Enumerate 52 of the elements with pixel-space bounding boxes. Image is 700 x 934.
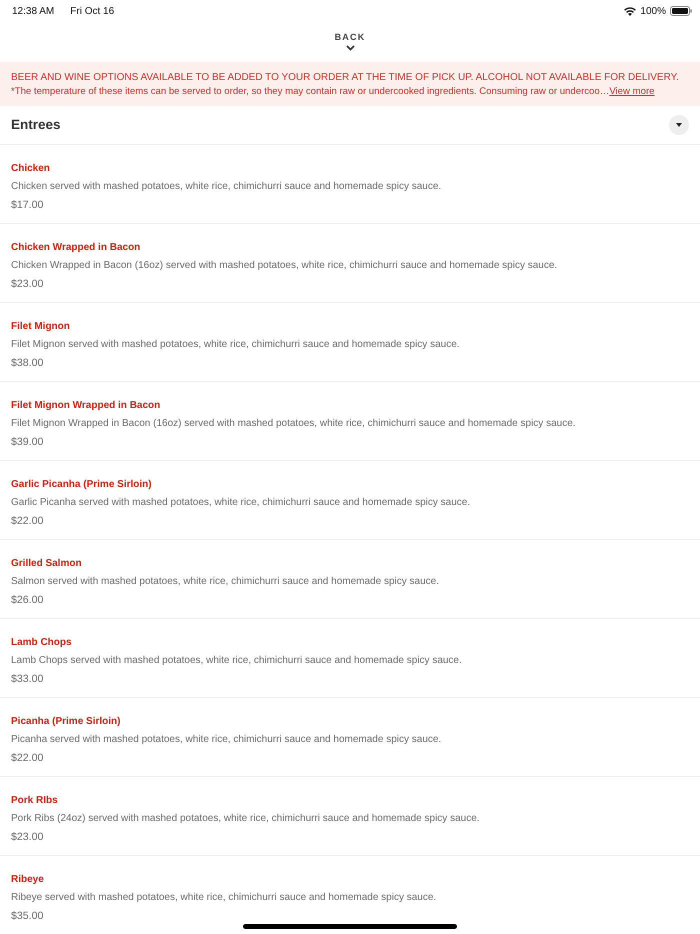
item-name: Lamb Chops xyxy=(11,636,73,650)
item-price: $23.00 xyxy=(11,277,44,292)
notice-headline: BEER AND WINE OPTIONS AVAILABLE TO BE ADDED TO YOUR ORDER AT THE TIME OF PICK UP. ALCOHOL NOT AVAILABLE FOR DELIVERY. xyxy=(11,71,680,85)
item-description: Garlic Picanha served with mashed potatoes, white rice, chimichurri sauce and homemade spicy sauce. xyxy=(11,496,472,510)
item-name: Picanha (Prime Sirloin) xyxy=(11,715,122,729)
menu-item[interactable]: Filet Mignon Filet Mignon served with mashed potatoes, white rice, chimichurri sauce and homemade spicy sauce. $38.00 xyxy=(0,303,700,382)
chevron-down-icon xyxy=(346,45,354,52)
item-price: $23.00 xyxy=(11,830,44,845)
menu-item[interactable]: Lamb Chops Lamb Chops served with mashed potatoes, white rice, chimichurri sauce and homemade spicy sauce. $33.00 xyxy=(0,619,700,698)
item-price: $38.00 xyxy=(11,356,44,371)
item-price: $22.00 xyxy=(11,514,44,529)
item-name: Chicken Wrapped in Bacon xyxy=(11,241,142,255)
item-description: Picanha served with mashed potatoes, white rice, chimichurri sauce and homemade spicy sauce. xyxy=(11,733,442,747)
battery-icon xyxy=(670,6,692,16)
menu-item[interactable]: Filet Mignon Wrapped in Bacon Filet Mignon Wrapped in Bacon (16oz) served with mashed potatoes, white rice, chimichurri sauce and homemade spicy sauce. $39.00 xyxy=(0,382,700,461)
item-name: Filet Mignon xyxy=(11,320,71,334)
menu-item[interactable]: Chicken Chicken served with mashed potatoes, white rice, chimichurri sauce and homemade spicy sauce. $17.00 xyxy=(0,145,700,224)
item-name: Garlic Picanha (Prime Sirloin) xyxy=(11,478,153,492)
menu-item[interactable]: Chicken Wrapped in Bacon Chicken Wrapped in Bacon (16oz) served with mashed potatoes, white rice, chimichurri sauce and homemade spicy sauce. $23.00 xyxy=(0,224,700,303)
view-more-link[interactable]: View more xyxy=(609,85,654,98)
caret-down-icon xyxy=(676,123,682,127)
item-description: Pork Ribs (24oz) served with mashed potatoes, white rice, chimichurri sauce and homemade spicy sauce. xyxy=(11,812,481,826)
status-time: 12:38 AM xyxy=(12,4,54,18)
menu-item[interactable]: Garlic Picanha (Prime Sirloin) Garlic Picanha served with mashed potatoes, white rice, chimichurri sauce and homemade spicy sauce. $22.00 xyxy=(0,461,700,540)
battery-percent: 100% xyxy=(640,4,666,18)
back-button[interactable]: BACK xyxy=(328,30,372,54)
menu-item[interactable]: Pork RIbs Pork Ribs (24oz) served with mashed potatoes, white rice, chimichurri sauce and homemade spicy sauce. $23.00 xyxy=(0,777,700,856)
item-description: Chicken served with mashed potatoes, white rice, chimichurri sauce and homemade spicy sauce. xyxy=(11,180,442,194)
item-name: Pork RIbs xyxy=(11,794,59,808)
item-description: Lamb Chops served with mashed potatoes, white rice, chimichurri sauce and homemade spicy sauce. xyxy=(11,654,463,668)
dropdown-button[interactable] xyxy=(669,115,689,135)
item-price: $22.00 xyxy=(11,751,44,766)
category-title: Entrees xyxy=(11,116,61,134)
menu-item[interactable]: Picanha (Prime Sirloin) Picanha served with mashed potatoes, white rice, chimichurri sauce and homemade spicy sauce. $22.00 xyxy=(0,698,700,777)
item-description: Salmon served with mashed potatoes, white rice, chimichurri sauce and homemade spicy sauce. xyxy=(11,575,440,589)
menu-item[interactable]: Grilled Salmon Salmon served with mashed potatoes, white rice, chimichurri sauce and homemade spicy sauce. $26.00 xyxy=(0,540,700,619)
item-name: Ribeye xyxy=(11,873,45,887)
item-price: $17.00 xyxy=(11,198,44,213)
item-description: Chicken Wrapped in Bacon (16oz) served with mashed potatoes, white rice, chimichurri sauce and homemade spicy sauce. xyxy=(11,259,558,273)
status-date: Fri Oct 16 xyxy=(70,4,114,18)
item-description: Ribeye served with mashed potatoes, white rice, chimichurri sauce and homemade spicy sauce. xyxy=(11,891,438,905)
wifi-icon xyxy=(624,6,636,16)
item-price: $26.00 xyxy=(11,593,44,608)
item-price: $33.00 xyxy=(11,672,44,687)
notice-detail-text: *The temperature of these items can be served to order, so they may contain raw or undercooked ingredients. Consuming raw or undercoo… xyxy=(11,85,610,98)
item-price: $39.00 xyxy=(11,435,44,450)
item-name: Filet Mignon Wrapped in Bacon xyxy=(11,399,162,413)
item-description: Filet Mignon Wrapped in Bacon (16oz) served with mashed potatoes, white rice, chimichurri sauce and homemade spicy sauce. xyxy=(11,417,577,431)
item-description: Filet Mignon served with mashed potatoes, white rice, chimichurri sauce and homemade spicy sauce. xyxy=(11,338,461,352)
item-name: Grilled Salmon xyxy=(11,557,83,571)
item-name: Chicken xyxy=(11,162,51,176)
item-price: $35.00 xyxy=(11,909,44,924)
